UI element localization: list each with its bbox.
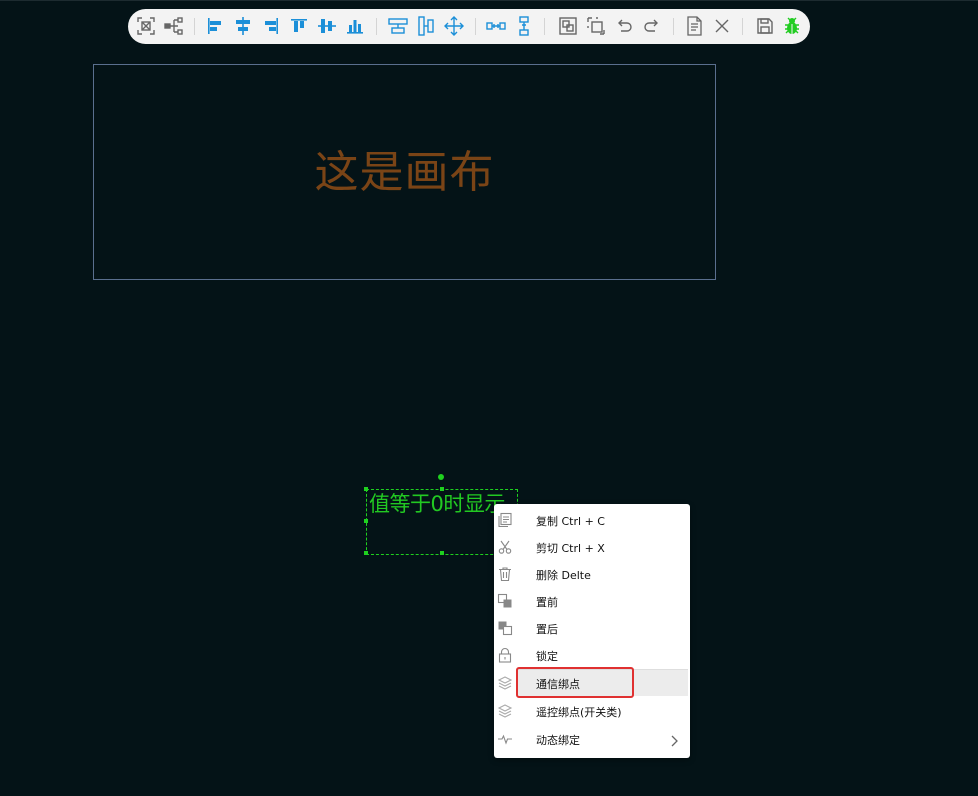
resize-handle[interactable] <box>440 551 444 555</box>
menu-item-delete[interactable]: 删除 Delte <box>494 561 690 587</box>
resize-handle[interactable] <box>364 487 368 491</box>
equal-spacing-horizontal-icon[interactable] <box>486 16 506 36</box>
toolbar-separator <box>194 18 195 35</box>
menu-item-label: 复制 Ctrl + C <box>536 515 605 528</box>
menu-item-label: 置后 <box>536 623 558 636</box>
delete-icon <box>497 566 513 582</box>
bring-front-icon <box>497 593 513 609</box>
canvas-label: 这是画布 <box>314 147 495 198</box>
menu-item-bring-front[interactable]: 置前 <box>494 588 690 614</box>
clear-icon[interactable] <box>712 16 732 36</box>
resize-handle[interactable] <box>364 519 368 523</box>
align-bottom-icon[interactable] <box>345 16 365 36</box>
menu-item-cut[interactable]: 剪切 Ctrl + X <box>494 534 690 560</box>
align-middle-vertical-icon[interactable] <box>317 16 337 36</box>
align-center-horizontal-icon[interactable] <box>233 16 253 36</box>
fit-view-icon[interactable] <box>136 16 156 36</box>
menu-item-send-back[interactable]: 置后 <box>494 615 690 641</box>
send-back-icon <box>497 620 513 636</box>
menu-item-comm-binding[interactable]: 通信绑点 <box>497 670 688 696</box>
context-menu: 复制 Ctrl + C 剪切 Ctrl + X 删除 Delte 置前 置后 锁… <box>494 504 690 758</box>
chevron-right-icon <box>670 732 678 747</box>
window-top-border <box>0 0 978 1</box>
menu-item-label: 遥控绑点(开关类) <box>536 706 622 719</box>
save-icon[interactable] <box>755 16 775 36</box>
rotate-handle[interactable] <box>438 474 444 480</box>
layers-icon <box>497 675 513 691</box>
toolbar-separator <box>673 18 674 35</box>
layers-icon <box>497 703 513 719</box>
drawing-canvas[interactable]: 这是画布 <box>93 64 716 280</box>
lock-icon <box>497 647 513 663</box>
menu-item-label: 锁定 <box>536 650 558 663</box>
export-document-icon[interactable] <box>684 16 704 36</box>
editor-toolbar <box>128 9 810 44</box>
equal-spacing-vertical-icon[interactable] <box>514 16 534 36</box>
tree-structure-icon[interactable] <box>164 16 184 36</box>
toolbar-separator <box>544 18 545 35</box>
menu-item-label: 删除 Delte <box>536 569 591 582</box>
menu-item-label: 动态绑定 <box>536 734 580 747</box>
selected-element-text: 值等于0时显示 <box>369 492 505 516</box>
menu-item-remote-control-binding[interactable]: 遥控绑点(开关类) <box>494 698 690 724</box>
menu-item-label: 置前 <box>536 596 558 609</box>
distribute-horizontal-icon[interactable] <box>388 16 408 36</box>
undo-icon[interactable] <box>614 16 634 36</box>
group-icon[interactable] <box>558 16 578 36</box>
align-left-icon[interactable] <box>205 16 225 36</box>
menu-item-copy[interactable]: 复制 Ctrl + C <box>494 507 690 533</box>
toolbar-separator <box>475 18 476 35</box>
menu-item-lock[interactable]: 锁定 <box>494 642 690 668</box>
toolbar-separator <box>742 18 743 35</box>
resize-handle[interactable] <box>364 551 368 555</box>
align-right-icon[interactable] <box>261 16 281 36</box>
toolbar-separator <box>376 18 377 35</box>
move-icon[interactable] <box>444 16 464 36</box>
redo-icon[interactable] <box>642 16 662 36</box>
menu-item-label: 剪切 Ctrl + X <box>536 542 605 555</box>
ungroup-icon[interactable] <box>586 16 606 36</box>
debug-bug-icon[interactable] <box>782 16 802 36</box>
cut-icon <box>497 539 513 555</box>
menu-item-dynamic-binding[interactable]: 动态绑定 <box>494 726 690 752</box>
distribute-vertical-icon[interactable] <box>416 16 436 36</box>
pulse-icon <box>497 731 513 747</box>
copy-icon <box>497 512 513 528</box>
menu-item-label: 通信绑点 <box>536 678 580 691</box>
align-top-icon[interactable] <box>289 16 309 36</box>
resize-handle[interactable] <box>440 487 444 491</box>
